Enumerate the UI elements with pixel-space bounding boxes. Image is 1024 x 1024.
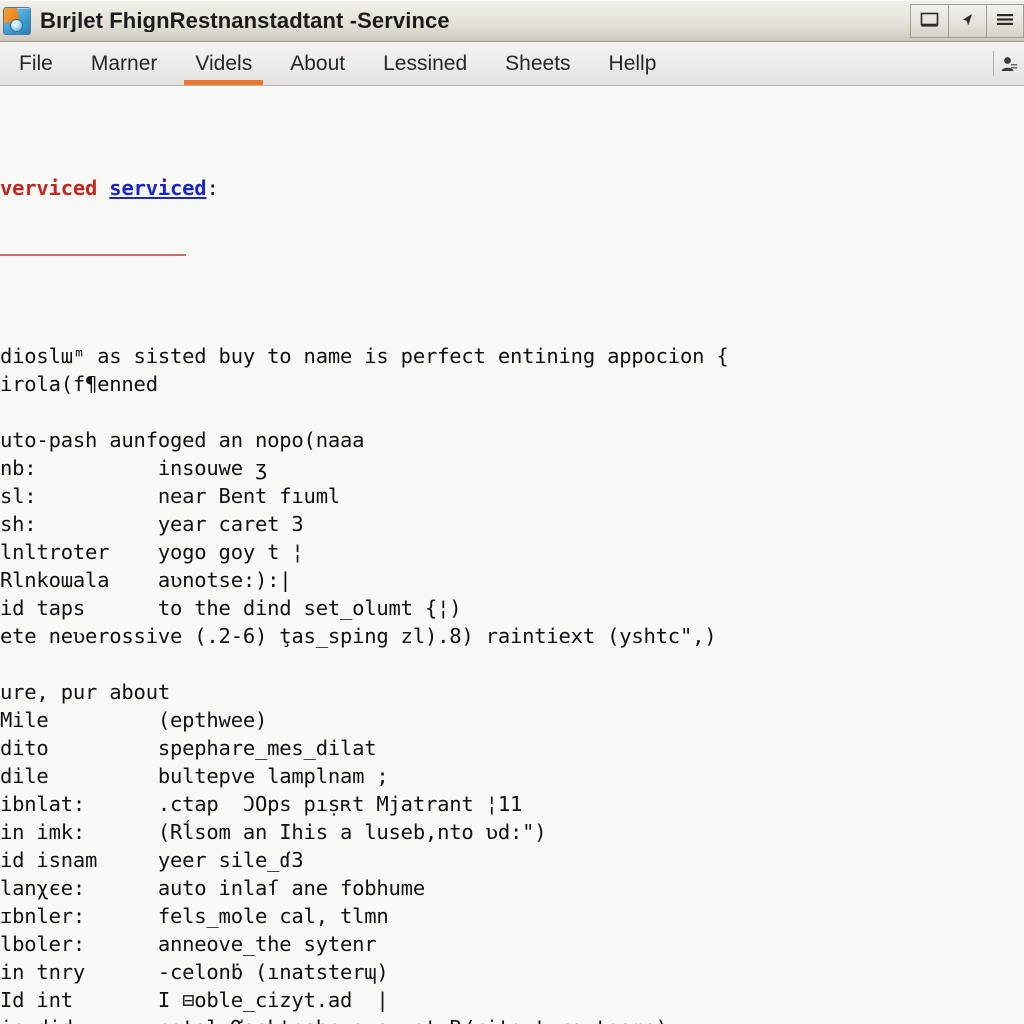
menu-item-sheets[interactable]: Sheets (486, 42, 589, 85)
menu-item-label: Sheets (505, 52, 571, 75)
document-line: Id int I ⊟oble_cizyt.ad | (0, 988, 389, 1012)
heading-space (97, 176, 109, 200)
menu-item-label: About (290, 52, 346, 75)
document-line: ure, pur about (0, 680, 170, 704)
document-line: dile bultepve lamplnam ; (0, 764, 389, 788)
heading-red-word: verviced (0, 176, 98, 200)
menu-bar: File Marner Videls About Lessined Sheets… (0, 42, 1024, 86)
menu-item-about[interactable]: About (271, 42, 364, 85)
document-line: ete neʋerossive (.2-6) ţas_sping zl).8) … (0, 624, 717, 648)
document-line: Rlnkoɯala aʋnotse:):| (0, 568, 292, 592)
window-title: Bırjlet FhignRestnanstadtant -Servince (40, 9, 450, 32)
menu-item-hellp[interactable]: Hellp (590, 42, 676, 85)
document-line: uto-pash aunfoged an nopo(naaa (0, 428, 365, 452)
menu-item-label: Marner (90, 52, 158, 75)
document-line: in imk: (Rĺsom an Ihis a luseb,nto ʋd:") (0, 820, 547, 844)
menu-item-label: Videls (195, 52, 253, 75)
document-line: ɪbnler: fels_mole cal, tlmn (0, 904, 389, 928)
menu-item-videls[interactable]: Videls (176, 42, 271, 85)
menu-bar-spacer (675, 42, 993, 85)
document-line: in tnry -celonḃ (ınatsterɰ) (0, 960, 389, 984)
document-line: irola(f¶enned (0, 372, 158, 396)
application-window: Bırjlet FhignRestnanstadtant -Servince F… (0, 0, 1024, 1024)
title-bar: Bırjlet FhignRestnanstadtant -Servince (0, 0, 1024, 42)
hamburger-list-icon (996, 13, 1014, 28)
document-heading: verviced serviced: (0, 174, 1024, 202)
menu-item-file[interactable]: File (0, 42, 72, 85)
document-line: dioslɯᵐ as sisted buy to name is perfect… (0, 344, 729, 368)
document-line: lanχєe: auto inlaſ ane fobhume (0, 876, 425, 900)
document-line: sl: near Bent fıuml (0, 484, 340, 508)
restore-window-button[interactable] (910, 3, 948, 38)
document-line: lnltroter yogo goy t ¦ (0, 540, 304, 564)
menu-item-label: File (19, 52, 53, 75)
window-menu-button[interactable] (986, 3, 1024, 38)
document-line: lboler: anneove_the sytenr (0, 932, 377, 956)
document-line: ibnlat: .ctap ƆOps pıṣʀt Mjatrant ¦11 (0, 792, 523, 816)
document-lines: dioslɯᵐ as sisted buy to name is perfect… (0, 342, 1024, 1024)
document-line: dito spephare_mes_dilat (0, 736, 377, 760)
menu-item-label: Lessined (383, 52, 468, 75)
heading-underline-rule (0, 254, 186, 256)
menu-item-label: Hellp (608, 52, 657, 75)
heading-colon: : (206, 176, 219, 200)
menu-item-lessined[interactable]: Lessined (364, 42, 486, 85)
document-text: verviced serviced: dioslɯᵐ as sisted buy… (0, 90, 1024, 1024)
app-icon (3, 6, 31, 35)
document-line: sh: year caret 3 (0, 512, 304, 536)
active-menu-underline (184, 80, 264, 85)
monitor-icon (920, 12, 939, 29)
document-line: id isnam yeer sile_ɗ3 (0, 848, 304, 872)
document-line: in did potal Ơasktnshn a a wat B/ritǫʁt_… (0, 1014, 1024, 1024)
document-blank-line (0, 650, 1024, 678)
pointer-window-button[interactable] (948, 3, 986, 38)
document-blank-line (0, 398, 1024, 426)
menu-item-marner[interactable]: Marner (72, 42, 177, 85)
heading-blue-word: serviced (109, 176, 207, 200)
document-content-area[interactable]: verviced serviced: dioslɯᵐ as sisted buy… (0, 86, 1024, 1024)
cursor-arrow-icon (959, 12, 976, 29)
window-controls (910, 3, 1024, 38)
user-badge-icon[interactable] (994, 42, 1024, 85)
document-line: Mile (epthwee) (0, 708, 268, 732)
document-line: nb: insouwe ʒ (0, 456, 268, 480)
document-line: id taps to the dind set_olumt {¦) (0, 596, 462, 620)
